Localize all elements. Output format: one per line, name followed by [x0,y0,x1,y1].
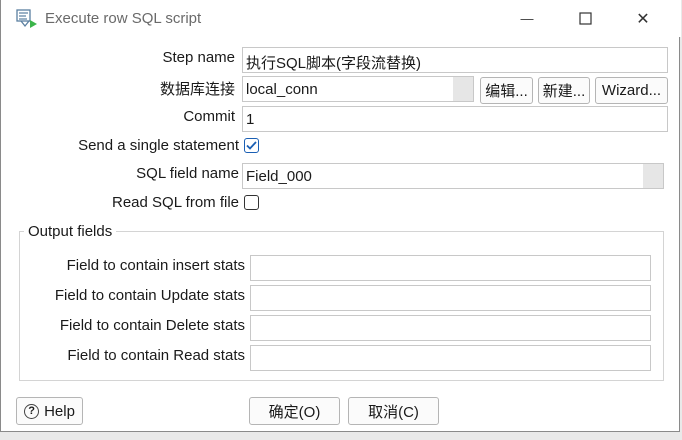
delete-stats-input[interactable] [250,315,651,341]
maximize-button[interactable] [556,0,614,37]
new-connection-button[interactable]: 新建... [538,77,590,104]
minimize-icon: — [520,11,534,26]
script-app-icon [16,9,37,28]
help-button[interactable]: ? Help [16,397,83,425]
checkmark-icon [246,141,257,150]
help-icon-glyph: ? [28,405,35,417]
sql-field-label: SQL field name [136,165,239,182]
ok-button[interactable]: 确定(O) [249,397,340,425]
close-icon: ✕ [636,10,650,28]
wizard-button[interactable]: Wizard... [595,77,668,104]
help-icon: ? [24,403,40,419]
read-stats-input[interactable] [250,345,651,371]
connection-select[interactable]: local_conn [242,76,474,102]
title-bar[interactable]: Execute row SQL script — ✕ [1,0,681,37]
output-fields-title: Output fields [24,223,117,240]
window-title: Execute row SQL script [45,10,202,27]
sql-field-value: Field_000 [246,168,312,185]
connection-dropdown-arrow[interactable] [453,77,473,101]
step-name-input[interactable]: 执行SQL脚本(字段流替换) [242,47,668,73]
dialog-content: Step name 执行SQL脚本(字段流替换) 数据库连接 local_con… [10,37,671,427]
dialog-window: Execute row SQL script — ✕ Step name 执行S… [0,0,681,432]
update-stats-label: Field to contain Update stats [54,287,245,304]
minimize-button[interactable]: — [498,0,556,37]
cancel-button[interactable]: 取消(C) [348,397,439,425]
connection-value: local_conn [246,81,318,98]
insert-stats-input[interactable] [250,255,651,281]
step-name-label: Step name [162,49,235,66]
sql-field-dropdown-arrow[interactable] [643,164,663,188]
single-statement-checkbox[interactable] [244,138,259,153]
read-from-file-checkbox[interactable] [244,195,259,210]
edit-connection-button[interactable]: 编辑... [480,77,533,104]
maximize-icon [578,12,592,25]
close-button[interactable]: ✕ [614,0,672,37]
commit-label: Commit [183,108,235,125]
delete-stats-label: Field to contain Delete stats [59,317,245,334]
insert-stats-label: Field to contain insert stats [66,257,245,274]
connection-label: 数据库连接 [159,81,235,98]
read-from-file-label: Read SQL from file [112,194,239,211]
single-statement-label: Send a single statement [78,137,239,154]
help-label: Help [44,402,75,420]
update-stats-input[interactable] [250,285,651,311]
background-strip-bottom [0,432,682,440]
commit-input[interactable]: 1 [242,106,668,132]
read-stats-label: Field to contain Read stats [67,347,245,364]
sql-field-select[interactable]: Field_000 [242,163,664,189]
